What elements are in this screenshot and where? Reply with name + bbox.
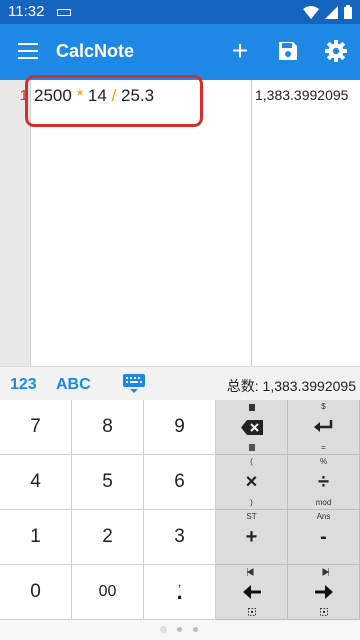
multiply-key[interactable]: ( × ) [216,455,288,510]
highlight-annotation [25,75,203,127]
key-3[interactable]: 3 [144,510,216,565]
keypad: 7 8 9 $ = 4 5 6 ( × ) % ÷ mod 1 2 3 ST +… [0,400,360,620]
numeric-mode-tab[interactable]: 123 [10,376,37,394]
st-label: ST [246,512,257,521]
status-time: 11:32 [8,3,45,20]
right-arrow-icon [314,585,333,599]
key-9[interactable]: 9 [144,400,216,455]
close-paren-label: ) [250,498,253,507]
mod-label: mod [315,498,332,507]
plus-key[interactable]: ST + [216,510,288,565]
signal-icon [325,5,338,19]
clipboard-icon [249,404,255,411]
page-indicator [0,620,360,640]
percent-label: % [319,457,328,466]
gear-icon[interactable] [324,39,348,63]
multiply-label: × [245,470,258,493]
keyboard-toolbar: 123 ABC 总数: 1,383.3992095 [0,366,360,401]
key-00[interactable]: 00 [72,565,144,620]
save-icon[interactable] [276,39,300,63]
open-paren-label: ( [250,457,253,466]
menu-icon[interactable] [18,43,38,59]
key-5[interactable]: 5 [72,455,144,510]
wifi-icon [303,5,319,19]
select-right-icon [320,608,328,616]
result-column: 1,383.3992095 [251,80,360,366]
comma-label: , [177,574,182,589]
key-8[interactable]: 8 [72,400,144,455]
battery-icon [344,5,352,19]
dollar-label: $ [321,402,326,411]
left-arrow-icon [242,585,261,599]
home-icon [247,568,254,576]
backspace-key[interactable] [216,400,288,455]
key-6[interactable]: 6 [144,455,216,510]
backspace-icon [240,419,263,435]
enter-key[interactable]: $ = [288,400,360,455]
app-bar: CalcNote + [0,24,360,80]
equals-label: = [321,443,326,452]
key-1[interactable]: 1 [0,510,72,565]
plus-label: + [245,525,258,548]
key-2[interactable]: 2 [72,510,144,565]
minus-key[interactable]: Ans - [288,510,360,565]
app-title: CalcNote [56,41,135,61]
enter-icon [313,420,332,432]
total-label: 总数: 1,383.3992095 [226,378,356,394]
divide-label: ÷ [318,470,329,493]
page-dot-active [160,626,167,633]
key-decimal[interactable]: , . [144,565,216,620]
ans-label: Ans [316,512,331,521]
alpha-mode-tab[interactable]: ABC [56,376,91,394]
key-4[interactable]: 4 [0,455,72,510]
page-dot [177,627,182,632]
keyboard-status-icon [57,9,71,16]
divide-key[interactable]: % ÷ mod [288,455,360,510]
key-0[interactable]: 0 [0,565,72,620]
right-arrow-key[interactable] [288,565,360,620]
paste-icon [249,444,255,451]
result-value: 1,383.3992095 [255,87,349,103]
status-icons [303,5,352,19]
keyboard-icon[interactable] [123,374,145,394]
end-icon [322,568,329,576]
status-bar: 11:32 [0,0,360,24]
page-dot [193,627,198,632]
select-left-icon [248,608,256,616]
left-arrow-key[interactable] [216,565,288,620]
key-7[interactable]: 7 [0,400,72,455]
minus-label: - [320,525,327,548]
add-button[interactable]: + [227,37,253,65]
